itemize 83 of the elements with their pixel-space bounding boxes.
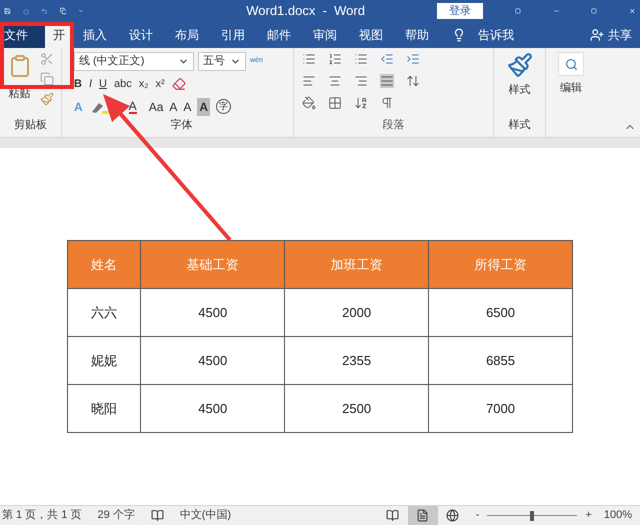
table-cell: 2355 — [284, 336, 429, 384]
table-cell: 2500 — [284, 384, 429, 432]
increase-indent-icon[interactable] — [406, 52, 420, 66]
window-title: Word1.docx - Word — [246, 2, 365, 20]
font-size-value: 五号 — [203, 54, 225, 70]
paste-button[interactable]: 粘贴 — [8, 86, 30, 102]
table-cell: 2000 — [284, 288, 429, 336]
justify-icon[interactable] — [380, 74, 394, 88]
lightbulb-icon — [452, 28, 466, 42]
table-cell: 六六 — [68, 288, 141, 336]
copy-icon[interactable] — [40, 72, 54, 86]
font-name-value: 线 (中文正文) — [79, 54, 144, 70]
group-label: 剪贴板 — [14, 118, 47, 132]
cut-icon[interactable] — [40, 52, 54, 66]
font-size-field[interactable]: 五号 — [198, 52, 246, 71]
table-cell: 4500 — [140, 336, 285, 384]
zoom-slider-thumb[interactable] — [530, 510, 534, 520]
zoom-percentage[interactable]: 100% — [604, 507, 632, 524]
view-mode-button[interactable] — [408, 506, 438, 525]
paragraph-mark-icon[interactable] — [380, 96, 394, 110]
format-button[interactable]: I — [88, 76, 92, 92]
ribbon-tab[interactable]: 设计 — [118, 22, 164, 48]
view-icon — [386, 509, 400, 522]
ribbon-tab[interactable]: 布局 — [164, 22, 210, 48]
styles-button[interactable]: 样式 — [508, 82, 530, 98]
clear-format-icon[interactable] — [172, 77, 186, 92]
view-icon — [446, 509, 460, 522]
table-cell: 4500 — [140, 384, 285, 432]
zoom-out-button[interactable]: - — [476, 507, 480, 524]
styles-icon[interactable] — [506, 52, 532, 78]
numbering-icon[interactable] — [328, 52, 342, 66]
format-button[interactable]: A — [183, 98, 192, 116]
align-center-icon[interactable] — [328, 74, 342, 88]
language-indicator[interactable]: 中文(中国) — [180, 507, 232, 524]
column-header: 姓名 — [68, 240, 141, 288]
font-name-field[interactable]: 线 (中文正文) — [74, 52, 194, 71]
zoom-slider[interactable] — [487, 510, 578, 520]
share-icon — [590, 28, 604, 42]
format-button[interactable]: A — [169, 98, 178, 116]
align-left-icon[interactable] — [302, 74, 316, 88]
ribbon-tab[interactable]: 邮件 — [256, 22, 302, 48]
format-painter-icon[interactable] — [40, 92, 54, 106]
view-icon — [416, 509, 430, 522]
format-button[interactable]: B — [74, 76, 82, 92]
format-button[interactable]: U — [99, 76, 107, 92]
table-cell: 7000 — [428, 384, 572, 432]
sort-icon[interactable] — [354, 96, 368, 110]
login-button[interactable]: 登录 — [436, 3, 483, 19]
format-button[interactable]: Aa — [148, 98, 164, 116]
page-count[interactable]: 第 1 页，共 1 页 — [2, 507, 82, 524]
table-cell: 4500 — [140, 288, 285, 336]
shading-icon[interactable] — [302, 96, 316, 110]
ribbon-tab[interactable]: 插入 — [72, 22, 118, 48]
search-icon[interactable] — [558, 52, 584, 76]
group-label: 段落 — [382, 118, 404, 132]
zoom-in-button[interactable]: + — [585, 507, 592, 524]
table-cell: 6855 — [428, 336, 572, 384]
table-cell: 6500 — [428, 288, 572, 336]
tell-me-field[interactable]: 告诉我 — [478, 26, 514, 44]
table-cell: 晓阳 — [68, 384, 141, 432]
decrease-indent-icon[interactable] — [380, 52, 394, 66]
table-cell: 妮妮 — [68, 336, 141, 384]
group-label: 字体 — [170, 118, 192, 132]
format-button[interactable]: abc — [114, 76, 132, 92]
column-header: 加班工资 — [284, 240, 429, 288]
format-button[interactable]: A — [197, 98, 210, 116]
word-count[interactable]: 29 个字 — [97, 507, 135, 524]
group-label: 样式 — [508, 118, 530, 132]
ribbon-tab[interactable]: 帮助 — [394, 22, 440, 48]
share-button[interactable]: 共享 — [608, 26, 632, 44]
align-right-icon[interactable] — [354, 74, 368, 88]
proofing-icon[interactable] — [150, 509, 164, 522]
format-button[interactable]: x₂ — [138, 76, 148, 92]
format-button[interactable]: x² — [156, 76, 165, 92]
column-header: 所得工资 — [428, 240, 572, 288]
line-spacing-icon[interactable] — [406, 74, 420, 88]
editing-button[interactable]: 编辑 — [560, 80, 582, 96]
ribbon-tab[interactable]: 审阅 — [302, 22, 348, 48]
column-header: 基础工资 — [140, 240, 285, 288]
ribbon-tab[interactable]: 引用 — [210, 22, 256, 48]
format-button[interactable]: 字 — [216, 98, 232, 114]
borders-icon[interactable] — [328, 96, 342, 110]
ribbon-tab[interactable]: 视图 — [348, 22, 394, 48]
